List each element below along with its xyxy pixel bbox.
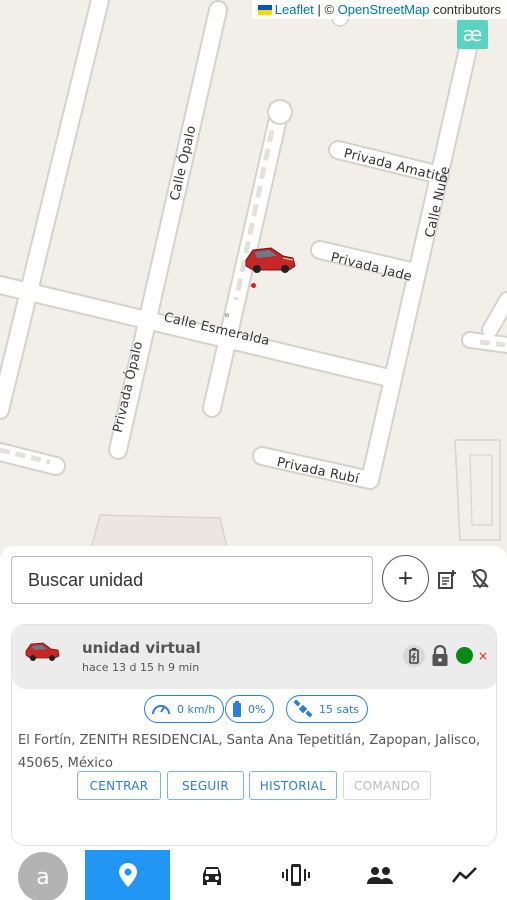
- bottom-nav: a: [0, 850, 507, 900]
- device-vibrate-icon: [282, 864, 310, 886]
- add-report-icon[interactable]: [436, 568, 458, 590]
- leaflet-link[interactable]: Leaflet: [275, 2, 314, 17]
- command-button[interactable]: COMANDO: [343, 771, 431, 800]
- unit-last-seen: hace 13 d 15 h 9 min: [82, 661, 200, 674]
- map-attribution: Leaflet | © OpenStreetMap contributors: [251, 0, 507, 19]
- unit-car-icon: [24, 639, 60, 663]
- search-input[interactable]: Buscar unidad: [11, 556, 373, 604]
- close-icon[interactable]: ×: [478, 649, 488, 663]
- attribution-copyright: ©: [324, 2, 335, 17]
- unit-header[interactable]: unidad virtual hace 13 d 15 h 9 min ×: [12, 625, 496, 689]
- ukraine-flag-icon: [257, 3, 272, 15]
- attribution-separator: |: [317, 2, 321, 17]
- app-logo: æ: [457, 20, 488, 49]
- nav-vehicles-tab[interactable]: [170, 850, 254, 900]
- battery-value: 0%: [248, 702, 266, 716]
- car-marker-icon[interactable]: [243, 242, 297, 276]
- app-root: ≡ Calle Ópalo Privada Amatita Calle Nube…: [0, 0, 507, 900]
- nav-map-tab[interactable]: [85, 850, 170, 900]
- history-button[interactable]: HISTORIAL: [249, 771, 337, 800]
- satellite-icon: [293, 700, 313, 718]
- speedometer-icon: [152, 705, 170, 715]
- location-off-icon[interactable]: [469, 568, 491, 590]
- speed-value: 0 km/h: [177, 702, 216, 716]
- battery-charging-icon: [403, 645, 425, 667]
- battery-icon: [233, 701, 241, 717]
- unit-name: unidad virtual: [82, 639, 201, 657]
- search-row: Buscar unidad +: [0, 546, 507, 616]
- map-pin-icon: [118, 863, 137, 887]
- center-button[interactable]: CENTRAR: [77, 771, 161, 800]
- attribution-contributors: contributors: [433, 2, 501, 17]
- location-dot: [251, 283, 256, 288]
- satellites-chip: 15 sats: [286, 695, 369, 723]
- speed-chip: 0 km/h: [144, 695, 225, 723]
- people-icon: [367, 867, 393, 884]
- map-tiles: ≡: [0, 0, 507, 560]
- bottom-panel: Buscar unidad + unidad virtual hace 13 d…: [0, 546, 507, 900]
- follow-button[interactable]: SEGUIR: [167, 771, 244, 800]
- car-icon: [203, 867, 221, 885]
- unit-card[interactable]: unidad virtual hace 13 d 15 h 9 min × 0 …: [11, 624, 497, 846]
- battery-chip: 0%: [225, 695, 275, 723]
- map-view[interactable]: ≡ Calle Ópalo Privada Amatita Calle Nube…: [0, 0, 507, 560]
- nav-devices-tab[interactable]: [254, 850, 338, 900]
- nav-users-tab[interactable]: [338, 850, 422, 900]
- add-unit-button[interactable]: +: [382, 555, 429, 602]
- chart-line-icon: [451, 867, 477, 883]
- user-avatar[interactable]: a: [18, 852, 68, 900]
- satellites-value: 15 sats: [319, 702, 360, 716]
- status-indicator: [456, 647, 473, 664]
- unit-address: El Fortín, ZENITH RESIDENCIAL, Santa Ana…: [18, 733, 481, 771]
- lock-icon: [431, 644, 449, 667]
- osm-link[interactable]: OpenStreetMap: [338, 2, 430, 17]
- nav-reports-tab[interactable]: [422, 850, 507, 900]
